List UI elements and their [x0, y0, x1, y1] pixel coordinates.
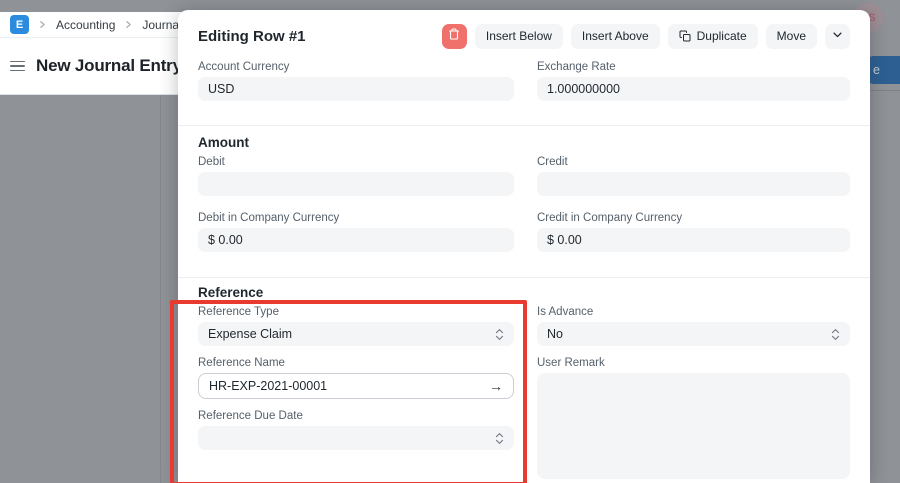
modal-toolbar: Insert Below Insert Above Duplicate Move — [442, 24, 850, 49]
save-button[interactable]: e — [866, 56, 900, 84]
field-user-remark: User Remark — [537, 357, 850, 479]
field-label: Exchange Rate — [537, 61, 850, 73]
duplicate-icon — [679, 30, 691, 42]
section-heading-reference: Reference — [198, 285, 850, 300]
select-chevrons-icon — [495, 328, 504, 341]
reference-right-column: Is Advance No User Remark — [537, 306, 850, 479]
field-debit-company-currency: Debit in Company Currency $ 0.00 — [198, 212, 514, 252]
field-account-currency: Account Currency USD — [198, 61, 514, 101]
chevron-right-icon — [124, 20, 133, 29]
field-label: Debit in Company Currency — [198, 212, 514, 224]
field-credit: Credit — [537, 156, 850, 196]
field-reference-type: Reference Type Expense Claim — [198, 306, 514, 346]
reference-fields-column: Reference Type Expense Claim Reference N… — [198, 306, 514, 479]
is-advance-select[interactable]: No — [537, 322, 850, 346]
duplicate-button[interactable]: Duplicate — [668, 24, 758, 49]
reference-type-select[interactable]: Expense Claim — [198, 322, 514, 346]
link-value: HR-EXP-2021-00001 — [209, 379, 327, 393]
breadcrumb-accounting[interactable]: Accounting — [56, 18, 115, 32]
arrow-right-icon[interactable]: → — [489, 378, 503, 394]
reference-due-date-select[interactable] — [198, 426, 514, 450]
header-divider-dimmed — [870, 90, 900, 91]
trash-icon — [448, 24, 460, 49]
debit-company-currency-input[interactable]: $ 0.00 — [198, 228, 514, 252]
exchange-rate-input[interactable]: 1.000000000 — [537, 77, 850, 101]
sidebar-divider-dimmed — [160, 95, 161, 483]
chevron-down-icon — [832, 24, 843, 49]
more-actions-button[interactable] — [825, 24, 850, 49]
duplicate-label: Duplicate — [697, 24, 747, 49]
insert-below-button[interactable]: Insert Below — [475, 24, 563, 49]
chevron-right-icon — [38, 20, 47, 29]
select-value: No — [547, 327, 563, 341]
field-label: Is Advance — [537, 306, 850, 318]
credit-input[interactable] — [537, 172, 850, 196]
section-divider — [178, 277, 870, 278]
field-label: Account Currency — [198, 61, 514, 73]
insert-above-button[interactable]: Insert Above — [571, 24, 660, 49]
account-currency-input[interactable]: USD — [198, 77, 514, 101]
field-debit: Debit — [198, 156, 514, 196]
select-chevrons-icon — [495, 432, 504, 445]
reference-name-input[interactable]: HR-EXP-2021-00001 → — [198, 373, 514, 399]
field-label: User Remark — [537, 357, 850, 369]
user-remark-textarea[interactable] — [537, 373, 850, 479]
field-exchange-rate: Exchange Rate 1.000000000 — [537, 61, 850, 101]
app-screen: BS e E Accounting Journal Entry New Jour… — [0, 0, 900, 483]
credit-company-currency-input[interactable]: $ 0.00 — [537, 228, 850, 252]
move-button[interactable]: Move — [766, 24, 817, 49]
field-reference-name: Reference Name HR-EXP-2021-00001 → — [198, 357, 514, 399]
section-heading-amount: Amount — [198, 135, 850, 150]
field-label: Reference Name — [198, 357, 514, 369]
page-title: New Journal Entry — [36, 56, 182, 76]
select-chevrons-icon — [831, 328, 840, 341]
field-label: Credit in Company Currency — [537, 212, 850, 224]
menu-icon[interactable] — [10, 61, 25, 72]
field-label: Reference Due Date — [198, 410, 514, 422]
field-label: Credit — [537, 156, 850, 168]
select-value: Expense Claim — [208, 327, 292, 341]
field-label: Reference Type — [198, 306, 514, 318]
modal-title: Editing Row #1 — [198, 28, 306, 45]
app-logo-icon[interactable]: E — [10, 15, 29, 34]
field-reference-due-date: Reference Due Date — [198, 410, 514, 450]
delete-row-button[interactable] — [442, 24, 467, 49]
debit-input[interactable] — [198, 172, 514, 196]
field-is-advance: Is Advance No — [537, 306, 850, 346]
section-divider — [178, 125, 870, 126]
edit-row-modal: Editing Row #1 Insert Below Insert Above… — [178, 10, 870, 483]
field-label: Debit — [198, 156, 514, 168]
field-credit-company-currency: Credit in Company Currency $ 0.00 — [537, 212, 850, 252]
